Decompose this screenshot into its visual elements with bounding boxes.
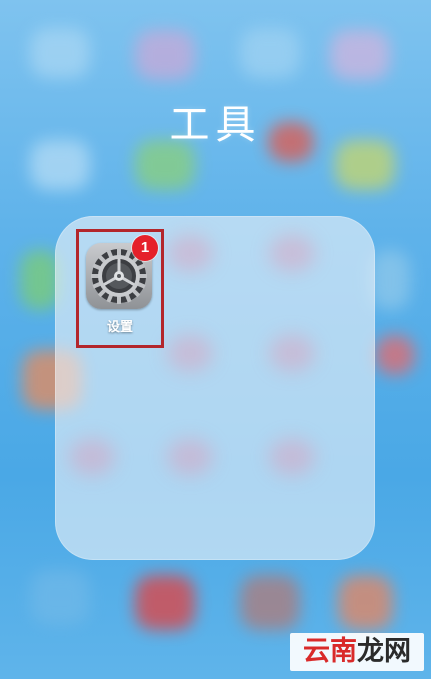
blurred-app-icon <box>240 575 300 630</box>
blurred-app-icon <box>330 30 390 80</box>
blurred-background-icon <box>269 438 315 476</box>
blurred-background-icon <box>69 438 115 476</box>
watermark-logo: 云南龙网 <box>290 633 424 671</box>
blurred-background-icon <box>269 234 315 272</box>
blurred-app-icon <box>375 335 415 375</box>
settings-app-highlighted[interactable]: 1 设置 <box>76 229 164 348</box>
folder-title[interactable]: 工具 <box>0 92 431 150</box>
blurred-app-icon <box>20 250 60 310</box>
blurred-background-icon <box>167 334 213 372</box>
blurred-app-icon <box>30 570 90 625</box>
blurred-app-icon <box>338 575 393 630</box>
blurred-app-icon <box>30 28 90 78</box>
settings-app-label: 设置 <box>106 320 133 335</box>
blurred-app-icon <box>370 250 410 310</box>
blurred-app-icon <box>135 30 195 80</box>
blurred-background-icon <box>269 334 315 372</box>
blurred-app-icon <box>240 28 300 78</box>
notification-badge: 1 <box>132 235 158 261</box>
watermark-text-red: 云南 <box>303 636 357 667</box>
blurred-app-icon <box>135 575 195 630</box>
blurred-background-icon <box>167 438 213 476</box>
blurred-background-icon <box>167 234 213 272</box>
watermark-text-dark: 龙网 <box>357 636 411 667</box>
